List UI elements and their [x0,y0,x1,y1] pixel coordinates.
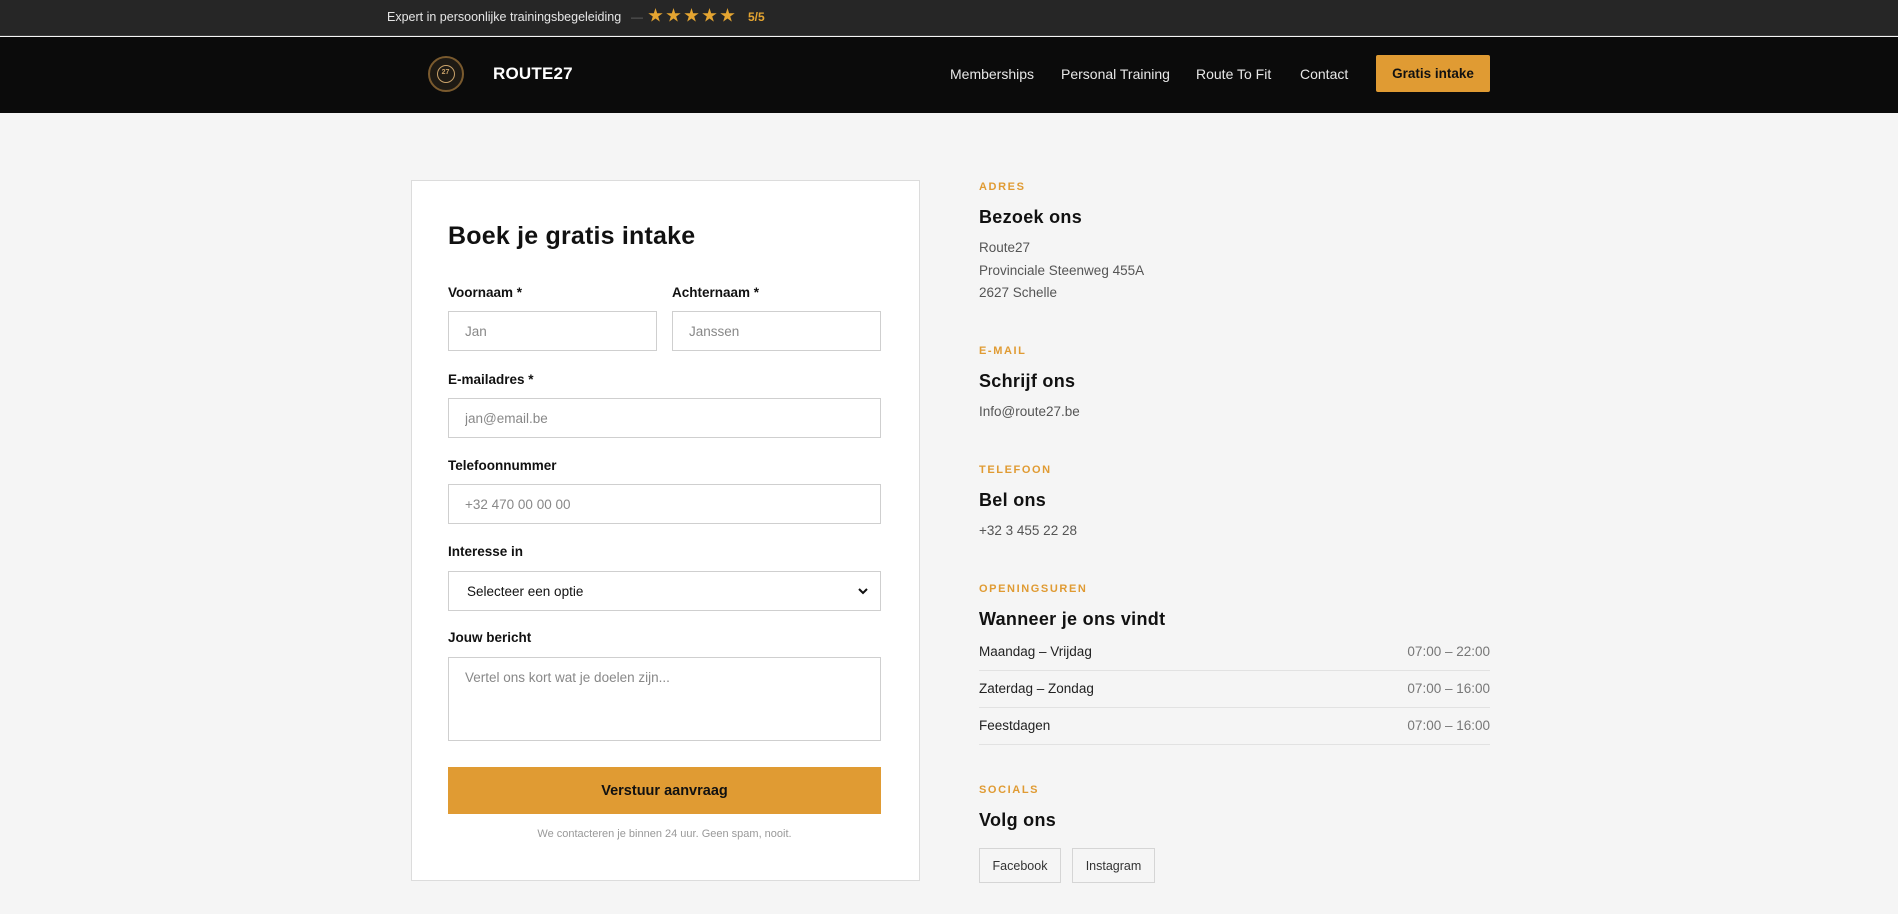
logo-text: 27 [441,69,450,76]
email-kicker: E-MAIL [979,345,1027,357]
logo-ring: 27 [437,65,455,83]
tagline-separator: — [631,10,643,24]
hours-day: Feestdagen [979,718,1051,733]
address-heading: Bezoek ons [979,207,1083,227]
interest-selected-value: Selecteer een optie [467,584,584,599]
hours-day: Zaterdag – Zondag [979,681,1094,696]
phone-heading: Bel ons [979,490,1047,510]
instagram-button[interactable]: Instagram [1072,848,1155,883]
hours-day: Maandag – Vrijdag [979,644,1092,659]
phone-label: Telefoonnummer [448,458,557,473]
hours-row: Zaterdag – Zondag 07:00 – 16:00 [979,671,1490,708]
phone-input[interactable] [448,484,881,524]
hours-time: 07:00 – 22:00 [1407,644,1490,659]
gratis-intake-button[interactable]: Gratis intake [1376,55,1490,92]
email-label: E-mailadres * [448,372,534,387]
nav-link-memberships[interactable]: Memberships [950,66,1034,82]
intake-form-card: Boek je gratis intake Voornaam * Achtern… [411,180,920,881]
socials-kicker: SOCIALS [979,784,1040,796]
last-name-label: Achternaam * [672,285,760,300]
brand-name[interactable]: ROUTE27 [493,64,573,84]
tagline: Expert in persoonlijke trainingsbegeleid… [387,10,622,24]
address-line-2: Provinciale Steenweg 455A [979,263,1145,278]
logo-icon[interactable]: 27 [428,56,464,92]
hours-row: Maandag – Vrijdag 07:00 – 22:00 [979,634,1490,671]
rating-stars [648,8,735,23]
submit-button[interactable]: Verstuur aanvraag [448,767,881,814]
top-bar: Expert in persoonlijke trainingsbegeleid… [0,0,1898,36]
main-navbar: 27 ROUTE27 Memberships Personal Training… [0,37,1898,113]
hours-heading: Wanneer je ons vindt [979,609,1166,629]
first-name-label: Voornaam * [448,285,523,300]
address-kicker: ADRES [979,181,1026,193]
privacy-note: We contacteren je binnen 24 uur. Geen sp… [537,828,792,840]
interest-select[interactable]: Selecteer een optie [448,571,881,611]
star-icon [702,8,717,22]
email-input[interactable] [448,398,881,438]
last-name-input[interactable] [672,311,881,351]
hours-kicker: OPENINGSUREN [979,583,1088,595]
star-icon [666,8,681,22]
form-title: Boek je gratis intake [448,222,696,250]
address-line-1: Route27 [979,240,1031,255]
hours-row: Feestdagen 07:00 – 16:00 [979,708,1490,745]
chevron-down-icon [858,588,868,595]
email-link[interactable]: Info@route27.be [979,401,1080,423]
address-line-3: 2627 Schelle [979,285,1058,300]
phone-link[interactable]: +32 3 455 22 28 [979,520,1077,542]
interest-label: Interesse in [448,544,524,559]
nav-link-contact[interactable]: Contact [1300,66,1348,82]
message-textarea[interactable] [448,657,881,741]
phone-kicker: TELEFOON [979,464,1052,476]
email-heading: Schrijf ons [979,371,1076,391]
socials-heading: Volg ons [979,810,1057,830]
first-name-input[interactable] [448,311,657,351]
nav-link-personal-training[interactable]: Personal Training [1061,66,1170,82]
facebook-button[interactable]: Facebook [979,848,1061,883]
rating-score: 5/5 [748,10,765,24]
message-label: Jouw bericht [448,630,532,645]
nav-link-route-to-fit[interactable]: Route To Fit [1196,66,1271,82]
hours-time: 07:00 – 16:00 [1407,718,1490,733]
star-icon [720,8,735,22]
star-icon [648,8,663,22]
hours-time: 07:00 – 16:00 [1407,681,1490,696]
star-icon [684,8,699,22]
